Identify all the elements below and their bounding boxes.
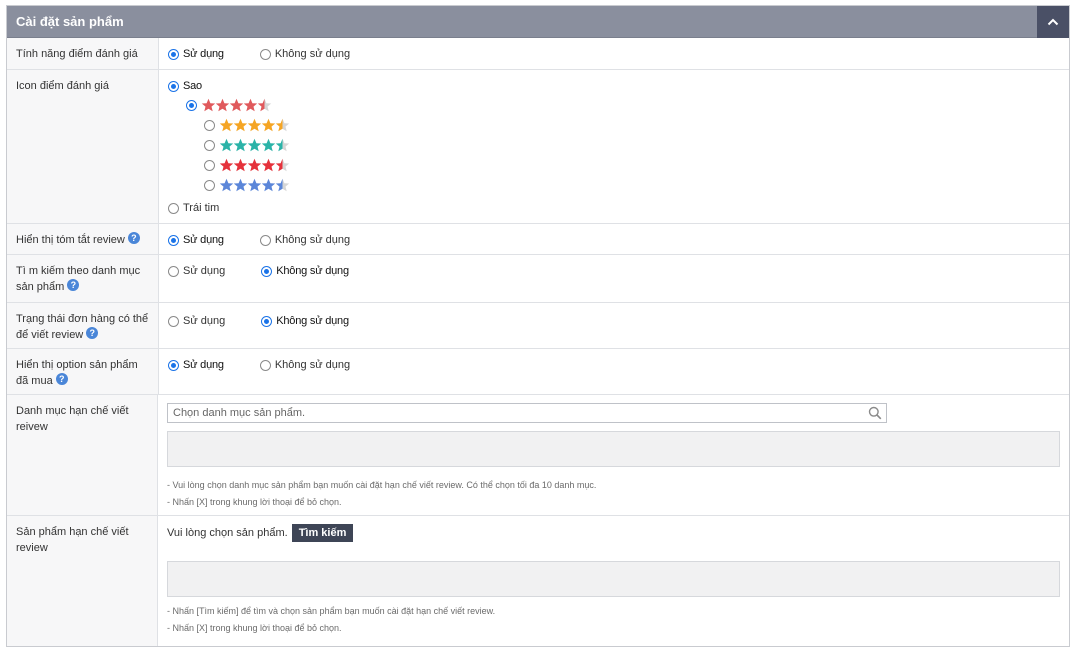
star-icon: [275, 118, 290, 132]
star-style-radio[interactable]: [204, 179, 215, 191]
star-icon: [247, 178, 262, 192]
help-icon[interactable]: ?: [55, 373, 68, 385]
star-icon: [257, 98, 272, 112]
product-restrict-label: Sản phẩm hạn chế viết review: [7, 516, 158, 646]
row-category-restrict: Danh mục hạn chế viết reivew Vui lòng ch…: [7, 395, 1069, 516]
star-rating-icon: [201, 98, 272, 112]
star-rating-icon: [219, 178, 290, 192]
star-style-option[interactable]: [186, 95, 1060, 115]
category-search-label: Tì m kiếm theo danh mục sản phẩm: [16, 265, 141, 293]
star-style-option[interactable]: [204, 135, 1060, 155]
category-note-1: Vui lòng chọn danh mục sản phẩm bạn muốn…: [167, 477, 1060, 494]
star-style-radio[interactable]: [186, 99, 197, 111]
row-rating-icon: Icon điểm đánh giá Sao Trái tim: [7, 70, 1069, 224]
row-category-search: Tì m kiếm theo danh mục sản phẩm? Sử dụn…: [7, 255, 1069, 303]
star-icon: [233, 118, 248, 132]
order-status-label: Trạng thái đơn hàng có thể để viết revie…: [16, 313, 149, 341]
rating-feature-label: Tính năng điểm đánh giá: [7, 38, 159, 69]
star-icon: [261, 178, 276, 192]
row-rating-feature: Tính năng điểm đánh giá Sử dụng Không sử…: [7, 38, 1069, 70]
row-product-restrict: Sản phẩm hạn chế viết review Vui lòng ch…: [7, 516, 1069, 646]
star-rating-icon: [219, 138, 290, 152]
purchased-option-use-radio[interactable]: Sử dụng: [168, 359, 224, 371]
purchased-option-label: Hiển thị option sản phẩm đã mua: [16, 359, 138, 387]
order-status-not-use-radio[interactable]: Không sử dụng: [261, 315, 349, 327]
search-icon[interactable]: [868, 406, 882, 420]
category-note-2: Nhấn [X] trong khung lời thoại để bỏ chọ…: [167, 494, 1060, 511]
review-summary-not-use-radio[interactable]: Không sử dụng: [259, 234, 350, 246]
product-note-1: Nhấn [Tìm kiếm] để tìm và chọn sản phẩm …: [167, 603, 1060, 620]
star-style-radio[interactable]: [204, 159, 215, 171]
help-icon[interactable]: ?: [86, 327, 99, 339]
category-search-use-radio[interactable]: Sử dụng: [168, 265, 225, 277]
row-order-status: Trạng thái đơn hàng có thể để viết revie…: [7, 303, 1069, 349]
selected-categories-box: [167, 431, 1060, 467]
help-icon[interactable]: ?: [127, 232, 140, 244]
star-icon: [201, 98, 216, 112]
heart-icon-radio[interactable]: Trái tim: [168, 199, 1060, 217]
star-style-list: [168, 95, 1060, 195]
star-icon: [233, 138, 248, 152]
star-icon: [215, 98, 230, 112]
star-icon: [247, 118, 262, 132]
star-icon: [247, 138, 262, 152]
star-icon: [275, 138, 290, 152]
star-icon: [261, 118, 276, 132]
star-style-option[interactable]: [204, 175, 1060, 195]
star-style-option[interactable]: [204, 115, 1060, 135]
rating-icon-label: Icon điểm đánh giá: [7, 70, 159, 223]
panel-header: Cài đặt sản phẩm: [7, 5, 1069, 38]
search-button[interactable]: Tìm kiếm: [291, 524, 354, 542]
collapse-button[interactable]: [1037, 5, 1069, 38]
row-purchased-option: Hiển thị option sản phẩm đã mua? Sử dụng…: [7, 349, 1069, 395]
help-icon[interactable]: ?: [67, 279, 80, 291]
star-icon: [219, 178, 234, 192]
star-style-option[interactable]: [204, 155, 1060, 175]
star-icon: [229, 98, 244, 112]
selected-products-box: [167, 561, 1060, 597]
product-prompt: Vui lòng chọn sản phẩm.: [167, 527, 288, 539]
star-style-radio[interactable]: [204, 119, 215, 131]
row-review-summary: Hiển thị tóm tắt review? Sử dụng Không s…: [7, 224, 1069, 255]
chevron-up-icon: [1047, 18, 1059, 25]
product-settings-panel: Cài đặt sản phẩm Tính năng điểm đánh giá…: [6, 5, 1070, 647]
review-summary-label: Hiển thị tóm tắt review: [16, 234, 125, 246]
panel-title: Cài đặt sản phẩm: [16, 14, 124, 29]
rating-feature-not-use-radio[interactable]: Không sử dụng: [259, 48, 350, 60]
star-rating-icon: [219, 118, 290, 132]
star-icon: [261, 158, 276, 172]
star-icon: [233, 178, 248, 192]
star-icon: [243, 98, 258, 112]
star-style-radio[interactable]: [204, 139, 215, 151]
product-note-2: Nhấn [X] trong khung lời thoại để bỏ chọ…: [167, 620, 1060, 637]
rating-feature-use-radio[interactable]: Sử dụng: [168, 48, 224, 60]
star-icon-radio[interactable]: Sao: [168, 78, 1060, 94]
star-icon: [275, 158, 290, 172]
star-icon: [219, 158, 234, 172]
review-summary-use-radio[interactable]: Sử dụng: [168, 234, 224, 246]
star-icon: [219, 138, 234, 152]
star-icon: [219, 118, 234, 132]
category-search-not-use-radio[interactable]: Không sử dụng: [261, 265, 349, 277]
category-search-box: [167, 403, 887, 423]
purchased-option-not-use-radio[interactable]: Không sử dụng: [259, 359, 350, 371]
star-icon: [247, 158, 262, 172]
star-icon: [261, 138, 276, 152]
star-icon: [275, 178, 290, 192]
star-rating-icon: [219, 158, 290, 172]
star-icon: [233, 158, 248, 172]
order-status-use-radio[interactable]: Sử dụng: [168, 315, 225, 327]
category-restrict-label: Danh mục hạn chế viết reivew: [7, 395, 158, 515]
category-search-input[interactable]: [173, 407, 853, 419]
